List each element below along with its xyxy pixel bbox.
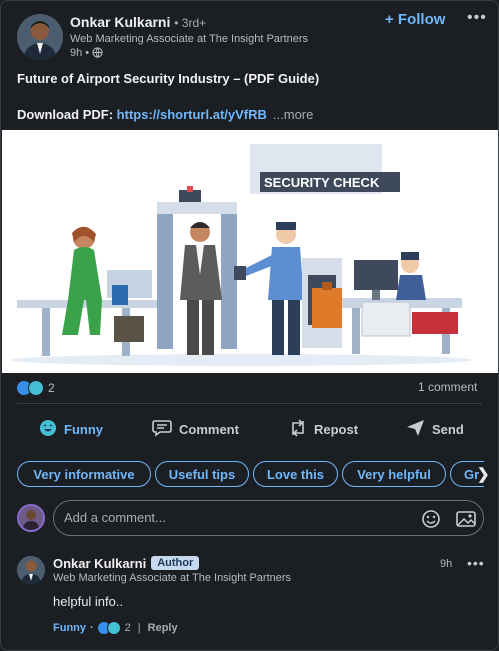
comment-time: 9h [440,558,453,570]
post-time-text: 9h • [70,47,90,59]
comment-box[interactable] [53,500,484,536]
repost-label: Repost [314,421,359,437]
comment-label: Comment [179,421,239,437]
author-name-text[interactable]: Onkar Kulkarni [70,14,170,30]
post-card: Onkar Kulkarni • 3rd+ Web Marketing Asso… [0,0,499,651]
globe-icon [92,47,103,61]
suggestion-chip[interactable]: Very helpful [342,461,446,487]
comment-text: helpful info.. [53,594,124,609]
repost-button[interactable]: Repost [289,418,359,441]
suggestion-chip[interactable]: Love this [253,461,338,487]
commenter-name-text[interactable]: Onkar Kulkarni [53,556,146,571]
author-name[interactable]: Onkar Kulkarni • 3rd+ [70,14,206,30]
follow-button[interactable]: + Follow [385,11,445,28]
emoji-icon[interactable] [421,509,441,534]
funny-label: Funny [64,421,103,437]
dot-separator: · [90,622,94,634]
send-label: Send [432,421,464,437]
chevron-right-icon[interactable]: ❯ [477,465,490,483]
commenter-name[interactable]: Onkar Kulkarni Author [53,556,200,571]
send-button[interactable]: Send [406,419,464,439]
post-download-line: Download PDF: https://shorturl.at/yVfRB.… [17,107,313,122]
comment-button[interactable]: Comment [152,419,239,439]
connection-degree: • 3rd+ [174,16,207,30]
post-time: 9h • [70,47,103,61]
post-title-prefix: Future of Airport Security Industry – ( [17,71,249,86]
see-more-link[interactable]: ...more [273,107,313,122]
author-badge: Author [151,556,200,570]
comment-funny-button[interactable]: Funny [53,622,86,634]
comment-funny-reaction-icon [106,621,121,635]
download-sep: : [108,107,117,122]
repost-icon [289,418,307,441]
send-icon [406,419,425,440]
comment-reactions: Funny · 2 | Reply [53,621,178,635]
post-title-suffix: ) [314,71,320,86]
commenter-avatar[interactable] [17,556,45,584]
comment-reaction-count[interactable]: 2 [125,622,131,634]
suggestion-chip[interactable]: Useful tips [155,461,249,487]
funny-emoji-icon [39,419,57,440]
commenter-headline: Web Marketing Associate at The Insight P… [53,572,292,584]
suggestion-chip[interactable]: Very informative [17,461,151,487]
divider [17,403,482,404]
funny-reaction-button[interactable]: Funny [39,419,103,439]
comment-input[interactable] [62,509,406,526]
security-sign-text: SECURITY CHECK [264,175,380,190]
author-avatar[interactable] [17,14,63,60]
author-headline: Web Marketing Associate at The Insight P… [70,33,309,45]
funny-reaction-icon [28,380,44,396]
separator: | [137,622,141,634]
comment-icon [152,419,172,440]
ellipsis-icon[interactable]: ••• [467,9,487,27]
download-label: Download PDF [17,107,109,122]
comment-ellipsis-icon[interactable]: ••• [467,555,485,571]
download-link[interactable]: https://shorturl.at/yVfRB [117,107,267,122]
reaction-count: 2 [48,381,55,395]
comment-count[interactable]: 1 comment [418,380,477,394]
reaction-summary[interactable]: 2 [17,380,55,396]
post-title-bold: PDF Guide [248,71,315,86]
post-image[interactable]: SECURITY CHECK [2,130,498,373]
reply-button[interactable]: Reply [148,622,178,634]
post-title: Future of Airport Security Industry – (P… [17,71,319,86]
current-user-avatar[interactable] [17,504,45,532]
image-icon[interactable] [455,509,477,534]
